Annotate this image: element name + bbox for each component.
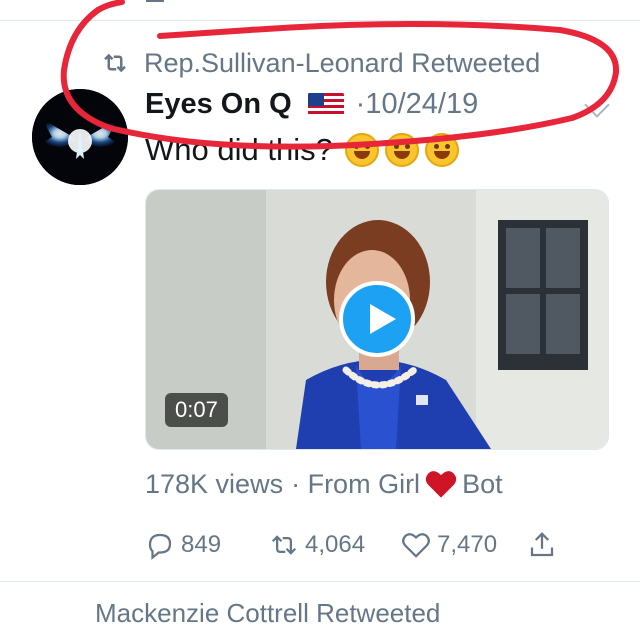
from-source-name[interactable]: Bot bbox=[462, 469, 503, 500]
like-count: 7,470 bbox=[437, 531, 498, 558]
top-divider bbox=[0, 20, 640, 21]
us-flag-icon bbox=[307, 92, 344, 116]
red-heart-emoji-icon bbox=[425, 471, 457, 498]
reply-button[interactable]: 849 bbox=[145, 527, 221, 563]
views-row: 178K views · From Girl Bot bbox=[145, 466, 503, 502]
view-count: 178K views bbox=[145, 468, 284, 499]
tweet-date[interactable]: ·10/24/19 bbox=[356, 88, 479, 121]
share-button[interactable] bbox=[527, 527, 563, 563]
reply-icon bbox=[148, 533, 172, 560]
rofl-emoji-icon bbox=[424, 133, 459, 167]
like-button[interactable]: 7,470 bbox=[401, 527, 497, 563]
author-name[interactable]: Eyes On Q bbox=[145, 88, 292, 121]
tweet-text-content: Who did this? bbox=[145, 132, 333, 167]
heart-outline-icon bbox=[402, 533, 430, 558]
retweet-button[interactable]: 4,064 bbox=[269, 527, 365, 563]
rofl-emoji-icon bbox=[384, 133, 419, 167]
next-retweet-context[interactable]: Mackenzie Cottrell Retweeted bbox=[95, 598, 440, 629]
retweet-icon bbox=[104, 53, 126, 73]
avatar-image bbox=[32, 89, 128, 185]
retweet-count: 4,064 bbox=[305, 531, 366, 558]
previous-tweet-actions bbox=[140, 0, 340, 6]
tweet-menu-chevron-icon[interactable] bbox=[584, 92, 610, 118]
retweet-icon bbox=[271, 535, 297, 555]
retweet-context[interactable]: Rep.Sullivan-Leonard Retweeted bbox=[100, 46, 540, 80]
reply-count: 849 bbox=[181, 531, 222, 558]
tweet-text: Who did this? bbox=[145, 128, 459, 172]
video-player[interactable]: 0:07 bbox=[145, 189, 609, 450]
from-source-label: · From Girl bbox=[291, 468, 421, 499]
retweet-context-label: Rep.Sullivan-Leonard Retweeted bbox=[144, 47, 541, 78]
avatar[interactable] bbox=[32, 89, 128, 185]
bottom-divider bbox=[0, 581, 640, 582]
rofl-emoji-icon bbox=[344, 133, 379, 167]
share-icon bbox=[530, 532, 554, 557]
video-duration-badge: 0:07 bbox=[165, 393, 228, 427]
play-button[interactable] bbox=[339, 281, 415, 357]
tweet-header: Eyes On Q ·10/24/19 bbox=[145, 84, 478, 124]
next-retweet-context-label: Mackenzie Cottrell Retweeted bbox=[95, 598, 441, 628]
